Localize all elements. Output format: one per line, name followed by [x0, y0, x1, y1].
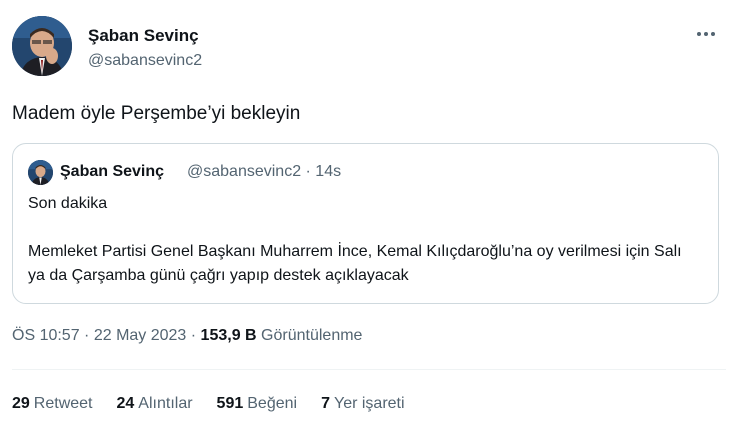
bookmarks-count: 7: [321, 395, 330, 412]
likes-stat[interactable]: 591 Beğeni: [217, 395, 298, 413]
quoted-tweet-card[interactable]: Şaban Sevinç @sabansevinc2 · 14s Son dak…: [12, 143, 719, 304]
author-handle[interactable]: @sabansevinc2: [88, 52, 202, 70]
quoted-author-name: Şaban Sevinç: [60, 163, 165, 180]
likes-label: Beğeni: [247, 395, 298, 412]
views-count: 153,9 B: [200, 327, 257, 344]
quotes-label: Alıntılar: [138, 395, 193, 412]
tweet-text: Madem öyle Perşembe’yi bekleyin: [12, 103, 301, 124]
likes-count: 591: [216, 395, 244, 412]
more-dots-icon[interactable]: [694, 22, 718, 46]
tweet-header: Şaban Sevinç @sabansevinc2: [12, 16, 726, 80]
bookmarks-stat[interactable]: 7 Yer işareti: [321, 395, 404, 413]
divider: [12, 369, 726, 370]
author-name[interactable]: Şaban Sevinç: [88, 26, 199, 46]
engagement-stats: 29 Retweet 24 Alıntılar 591 Beğeni 7 Yer işa…: [12, 395, 405, 413]
bookmarks-label: Yer işareti: [333, 395, 405, 412]
quoted-avatar: [28, 160, 53, 185]
retweets-label: Retweet: [33, 395, 93, 412]
quoted-tweet-text: Son dakika Memleket Partisi Genel Başkan…: [28, 192, 700, 288]
avatar[interactable]: [12, 16, 72, 76]
tweet-timestamp: ÖS 10:57 · 22 May 2023 · 153,9 B Görüntü…: [12, 327, 362, 345]
retweets-stat[interactable]: 29 Retweet: [12, 395, 93, 413]
tweet-time[interactable]: ÖS 10:57 · 22 May 2023 ·: [12, 327, 201, 344]
views-label: Görüntülenme: [261, 327, 363, 344]
quoted-line-2: Memleket Partisi Genel Başkanı Muharrem …: [28, 243, 682, 284]
quoted-author-meta: @sabansevinc2 · 14s: [187, 163, 342, 180]
retweets-count: 29: [12, 395, 30, 412]
quotes-stat[interactable]: 24 Alıntılar: [117, 395, 193, 413]
quoted-line-1: Son dakika: [28, 195, 108, 212]
quotes-count: 24: [116, 395, 135, 412]
